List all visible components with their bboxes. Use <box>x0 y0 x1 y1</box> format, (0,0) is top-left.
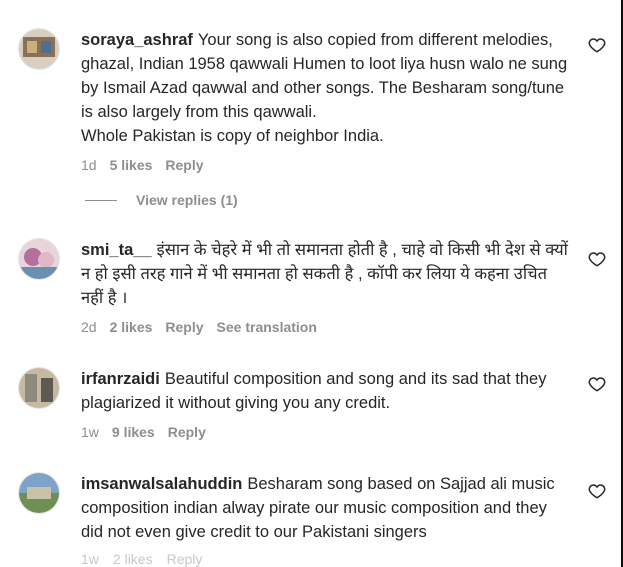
comment-likes[interactable]: 9 likes <box>112 424 155 440</box>
comment-time[interactable]: 2d <box>81 319 97 335</box>
comment-text: irfanrzaidi Beautiful composition and son… <box>81 367 571 415</box>
comment-body: smi_ta__ इंसान के चेहरे में भी तो समानता … <box>81 238 571 335</box>
comment-time[interactable]: 1w <box>81 551 99 567</box>
reply-button[interactable]: Reply <box>168 424 206 440</box>
reply-button[interactable]: Reply <box>165 157 203 173</box>
comment-text: soraya_ashraf Your song is also copied fr… <box>81 28 571 124</box>
comment-username[interactable]: irfanrzaidi <box>81 370 160 388</box>
comment-likes[interactable]: 2 likes <box>113 551 153 567</box>
comment-content-line: Whole Pakistan is copy of neighbor India… <box>81 127 384 145</box>
avatar[interactable] <box>18 472 60 514</box>
reply-button[interactable]: Reply <box>167 551 203 567</box>
comment-username[interactable]: smi_ta__ <box>81 241 152 259</box>
comment-likes[interactable]: 2 likes <box>110 319 153 335</box>
comment-username[interactable]: imsanwalsalahuddin <box>81 475 242 493</box>
comment-likes[interactable]: 5 likes <box>110 157 153 173</box>
comment-meta: 2d 2 likes Reply See translation <box>81 319 571 335</box>
comment-body: soraya_ashraf Your song is also copied fr… <box>81 28 571 173</box>
comment-meta: 1d 5 likes Reply <box>81 157 571 173</box>
comment-meta: 1w 9 likes Reply <box>81 424 571 440</box>
heart-icon[interactable] <box>588 250 606 268</box>
comment-body: imsanwalsalahuddin Besharam song based on… <box>81 472 571 544</box>
reply-button[interactable]: Reply <box>165 319 203 335</box>
comment-time[interactable]: 1d <box>81 157 97 173</box>
divider-line <box>85 199 117 201</box>
see-translation-button[interactable]: See translation <box>217 319 317 335</box>
heart-icon[interactable] <box>588 36 606 54</box>
heart-icon[interactable] <box>588 482 606 500</box>
comment-username[interactable]: soraya_ashraf <box>81 31 193 49</box>
view-replies-label: View replies (1) <box>136 192 238 208</box>
comment-text: smi_ta__ इंसान के चेहरे में भी तो समानता … <box>81 238 571 310</box>
comment-time[interactable]: 1w <box>81 424 99 440</box>
heart-icon[interactable] <box>588 375 606 393</box>
avatar[interactable] <box>18 238 60 280</box>
avatar[interactable] <box>18 367 60 409</box>
view-replies-button[interactable]: View replies (1) <box>85 192 238 208</box>
comment-content: इंसान के चेहरे में भी तो समानता होती है … <box>81 241 568 307</box>
avatar[interactable] <box>18 28 60 70</box>
comment-text: imsanwalsalahuddin Besharam song based on… <box>81 472 571 544</box>
comment-meta: 1w 2 likes Reply <box>81 551 202 567</box>
comment-body: irfanrzaidi Beautiful composition and son… <box>81 367 571 440</box>
